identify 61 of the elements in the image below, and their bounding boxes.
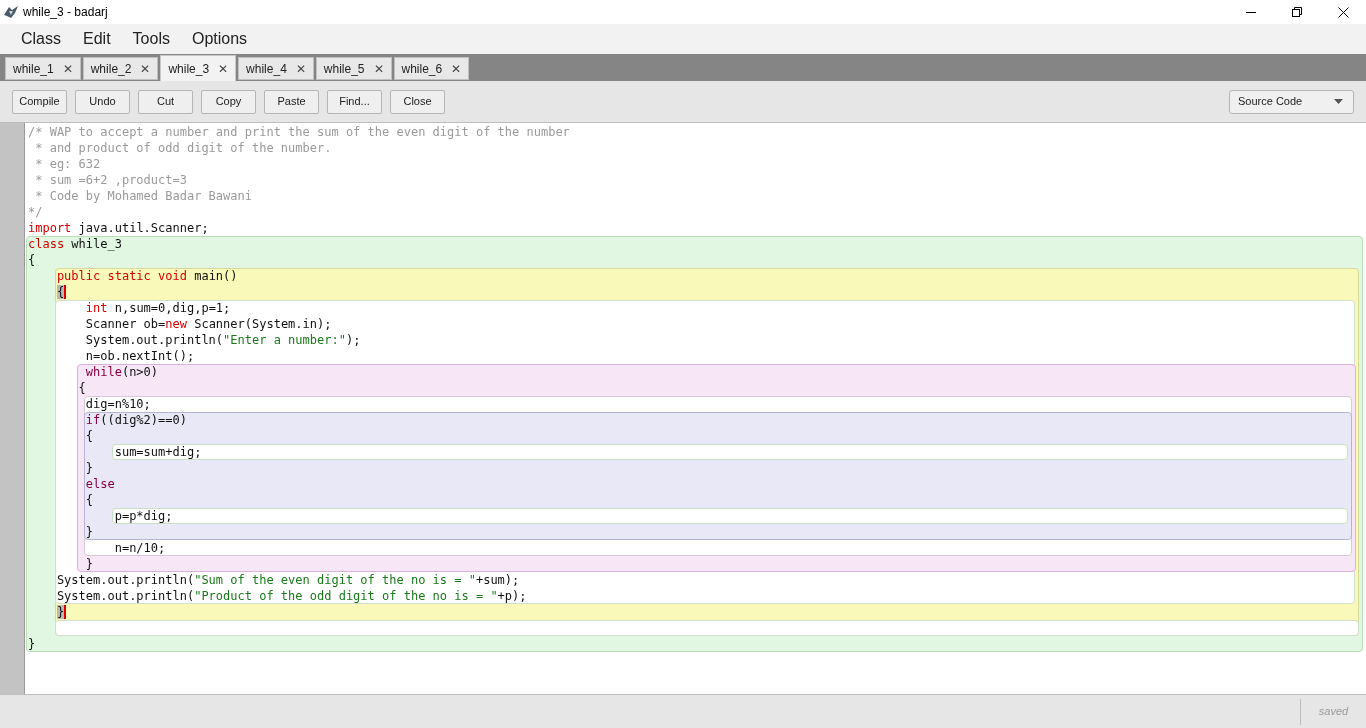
save-status: saved bbox=[1318, 704, 1349, 720]
file-tab[interactable]: while_5 ✕ bbox=[315, 57, 392, 80]
menu-item[interactable]: Class bbox=[10, 27, 72, 51]
file-tab[interactable]: while_6 ✕ bbox=[393, 57, 470, 80]
code-line: import java.util.Scanner; bbox=[28, 221, 209, 235]
code-line: int n,sum=0,dig,p=1; bbox=[84, 301, 231, 315]
menu-item[interactable]: Tools bbox=[121, 27, 181, 51]
code-line: * and product of odd digit of the number. bbox=[34, 141, 332, 155]
toolbar-button[interactable]: Close bbox=[390, 89, 445, 114]
file-tab[interactable]: while_1 ✕ bbox=[5, 57, 81, 80]
tab-close-button[interactable]: ✕ bbox=[62, 62, 73, 75]
toolbar-button[interactable]: Cut bbox=[138, 89, 193, 114]
menu-item[interactable]: Edit bbox=[72, 27, 122, 51]
code-line: n=ob.nextInt(); bbox=[84, 349, 195, 363]
code-line: sum=sum+dig; bbox=[113, 445, 202, 459]
code-line: { bbox=[77, 381, 86, 395]
toolbar-button[interactable]: Paste bbox=[264, 89, 319, 114]
toolbar-button[interactable]: Compile bbox=[12, 89, 67, 114]
code-line: p=p*dig; bbox=[113, 509, 173, 523]
minimize-icon bbox=[1246, 11, 1256, 13]
code-line: while(n>0) bbox=[84, 365, 159, 379]
tab-close-button[interactable]: ✕ bbox=[451, 62, 462, 75]
view-dropdown[interactable]: Source Code bbox=[1229, 89, 1354, 114]
code-line: } bbox=[28, 637, 36, 651]
window-title: while_3 - badarj bbox=[23, 4, 108, 21]
tab-close-button[interactable]: ✕ bbox=[373, 62, 384, 75]
file-tab[interactable]: while_2 ✕ bbox=[82, 57, 159, 80]
code-line: System.out.println("Enter a number:"); bbox=[84, 333, 361, 347]
code-line: { bbox=[28, 253, 36, 267]
code-line: * eg: 632 bbox=[34, 157, 101, 171]
tab-close-button[interactable]: ✕ bbox=[218, 62, 229, 75]
code-line: } bbox=[84, 557, 94, 571]
code-line: /* WAP to accept a number and print the sum of the even digit of the number bbox=[28, 125, 570, 139]
code-line: class while_3 bbox=[28, 237, 122, 251]
code-line: * Code by Mohamed Badar Bawani bbox=[34, 189, 252, 203]
close-icon bbox=[1337, 6, 1349, 18]
app-bird-icon bbox=[3, 5, 19, 19]
tab-close-button[interactable]: ✕ bbox=[140, 62, 151, 75]
dropdown-caret-icon bbox=[1334, 99, 1343, 104]
code-line: System.out.println("Product of the odd digit of the no is = "+p); bbox=[55, 589, 527, 603]
toolbar-button[interactable]: Copy bbox=[201, 89, 256, 114]
code-line: * sum =6+2 ,product=3 bbox=[34, 173, 187, 187]
toolbar-button[interactable]: Find... bbox=[327, 89, 382, 114]
code-line: public static void main() bbox=[55, 269, 238, 283]
toolbar-button[interactable]: Undo bbox=[75, 89, 130, 114]
code-line: n=n/10; bbox=[113, 541, 166, 555]
code-line: Scanner ob=new Scanner(System.in); bbox=[84, 317, 332, 331]
file-tab[interactable]: while_4 ✕ bbox=[238, 57, 314, 80]
code-line: dig=n%10; bbox=[84, 397, 151, 411]
code-line: if((dig%2)==0) bbox=[84, 413, 187, 427]
tab-close-button[interactable]: ✕ bbox=[295, 62, 306, 75]
code-line: } bbox=[84, 461, 94, 475]
code-line: System.out.println("Sum of the even digit of the no is = "+sum); bbox=[55, 573, 520, 587]
code-line: else bbox=[84, 477, 115, 491]
code-line: { bbox=[84, 429, 94, 443]
menu-item[interactable]: Options bbox=[180, 27, 259, 51]
file-tab[interactable]: while_3 ✕ bbox=[160, 55, 237, 81]
code-line: { bbox=[84, 493, 94, 507]
restore-icon bbox=[1292, 7, 1302, 17]
code-line: } bbox=[84, 525, 94, 539]
code-line: */ bbox=[28, 205, 43, 219]
